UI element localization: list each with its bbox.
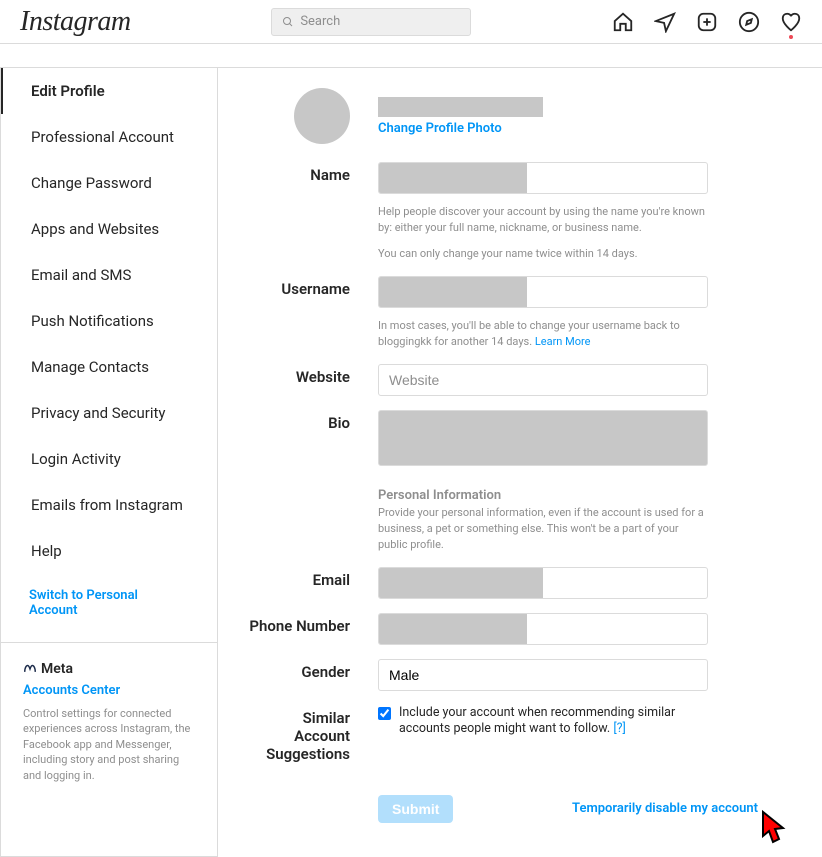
home-icon[interactable] [612,11,634,33]
meta-icon [23,662,37,676]
username-input[interactable] [378,276,708,308]
new-post-icon[interactable] [696,11,718,33]
name-help-1: Help people discover your account by usi… [378,204,708,236]
email-input[interactable] [378,567,708,599]
meta-description: Control settings for connected experienc… [23,706,195,783]
disable-account-link[interactable]: Temporarily disable my account [572,801,758,816]
accounts-center-link[interactable]: Accounts Center [23,683,195,698]
similar-accounts-checkbox[interactable] [378,707,391,720]
bio-input[interactable] [378,410,708,466]
search-placeholder: Search [300,14,340,29]
submit-button[interactable]: Submit [378,795,453,823]
email-label: Email [248,567,378,589]
name-label: Name [248,162,378,184]
meta-box: Meta Accounts Center Control settings fo… [1,642,217,801]
change-photo-link[interactable]: Change Profile Photo [378,121,543,136]
search-input[interactable]: Search [271,8,471,36]
similar-accounts-text: Include your account when recommending s… [399,705,708,739]
explore-icon[interactable] [738,11,760,33]
username-help: In most cases, you'll be able to change … [378,318,708,350]
nav-icons [612,11,802,33]
username-display-redacted [378,97,543,117]
search-icon [282,16,294,28]
username-label: Username [248,276,378,298]
settings-sidebar: Edit Profile Professional Account Change… [0,68,218,857]
top-header: Instagram Search [0,0,822,44]
cursor-annotation-icon [753,806,795,852]
sidebar-item-push-notifications[interactable]: Push Notifications [1,298,217,344]
sidebar-item-emails-from-ig[interactable]: Emails from Instagram [1,482,217,528]
activity-icon[interactable] [780,11,802,33]
sidebar-item-manage-contacts[interactable]: Manage Contacts [1,344,217,390]
avatar[interactable] [294,88,350,144]
learn-more-link[interactable]: Learn More [535,335,591,348]
gender-input[interactable] [378,659,708,691]
website-input[interactable] [378,364,708,396]
bio-label: Bio [248,410,378,432]
similar-label: Similar Account Suggestions [248,705,378,763]
phone-label: Phone Number [248,613,378,635]
personal-info-desc: Provide your personal information, even … [378,505,708,553]
similar-help-link[interactable]: [?] [613,721,626,736]
sidebar-item-apps-websites[interactable]: Apps and Websites [1,206,217,252]
meta-logo: Meta [23,661,195,677]
notification-dot [789,35,793,39]
personal-info-heading: Personal Information [378,488,708,503]
sidebar-item-professional[interactable]: Professional Account [1,114,217,160]
website-label: Website [248,364,378,386]
sidebar-item-login-activity[interactable]: Login Activity [1,436,217,482]
sidebar-item-email-sms[interactable]: Email and SMS [1,252,217,298]
main-panel: Change Profile Photo Name Help people di… [218,68,820,857]
name-help-2: You can only change your name twice with… [378,246,708,262]
sidebar-item-edit-profile[interactable]: Edit Profile [1,68,217,114]
switch-account-link[interactable]: Switch to Personal Account [1,574,217,632]
messenger-icon[interactable] [654,11,676,33]
name-input[interactable] [378,162,708,194]
gender-label: Gender [248,659,378,681]
phone-input[interactable] [378,613,708,645]
sidebar-item-help[interactable]: Help [1,528,217,574]
instagram-logo[interactable]: Instagram [20,6,131,38]
sub-bar [0,44,822,68]
sidebar-item-privacy-security[interactable]: Privacy and Security [1,390,217,436]
sidebar-item-change-password[interactable]: Change Password [1,160,217,206]
